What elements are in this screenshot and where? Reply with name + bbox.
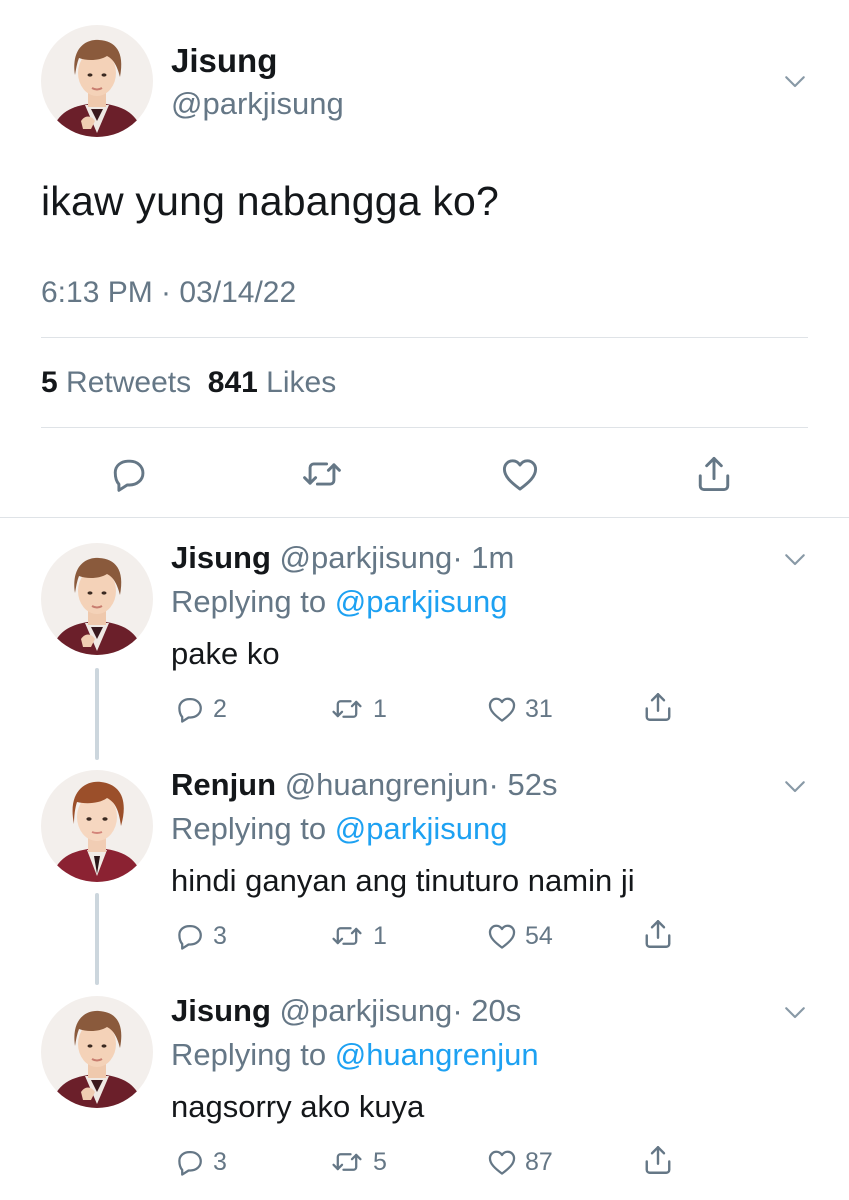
chevron-down-icon[interactable] — [780, 544, 810, 574]
reply-time: · 20s — [452, 993, 522, 1028]
like-icon — [485, 919, 519, 953]
like-icon[interactable] — [498, 452, 542, 496]
like-count[interactable]: 841 — [208, 366, 258, 399]
author-handle[interactable]: @parkjisung — [171, 86, 344, 122]
chevron-down-icon[interactable] — [780, 771, 810, 801]
reply-count: 3 — [213, 1147, 227, 1176]
avatar[interactable] — [41, 543, 153, 655]
like-icon — [485, 1145, 519, 1179]
reply-author-handle[interactable]: @parkjisung — [280, 540, 453, 575]
like-button[interactable]: 87 — [485, 1145, 553, 1179]
reply-button[interactable]: 3 — [173, 1145, 227, 1179]
reply-text: hindi ganyan ang tinuturo namin ji — [171, 863, 635, 898]
reply-author-name[interactable]: Jisung — [171, 540, 271, 575]
avatar-renjun — [41, 770, 153, 882]
like-button[interactable]: 54 — [485, 919, 553, 953]
retweet-button[interactable]: 1 — [327, 692, 387, 726]
reply-button[interactable]: 2 — [173, 692, 227, 726]
avatar[interactable] — [41, 996, 153, 1108]
share-icon[interactable] — [692, 452, 736, 496]
retweet-icon — [327, 919, 367, 953]
share-icon — [640, 916, 676, 952]
retweet-icon — [327, 692, 367, 726]
replying-prefix: Replying to — [171, 811, 327, 846]
avatar-jisung — [41, 996, 153, 1108]
tweet-timestamp: 6:13 PM · 03/14/22 — [41, 276, 297, 309]
reply-header: Jisung @parkjisung· 20s — [171, 993, 521, 1029]
reply-text: nagsorry ako kuya — [171, 1089, 425, 1124]
thread-line — [95, 893, 99, 985]
share-button[interactable] — [640, 690, 676, 724]
reply-icon — [173, 1145, 207, 1179]
tweet-stats: 5 Retweets 841 Likes — [41, 366, 336, 400]
like-count: 87 — [525, 1147, 553, 1176]
avatar-jisung — [41, 543, 153, 655]
retweet-button[interactable]: 1 — [327, 919, 387, 953]
share-button[interactable] — [640, 1143, 676, 1177]
retweet-button[interactable]: 5 — [327, 1145, 387, 1179]
replying-to: Replying to @parkjisung — [171, 811, 508, 847]
avatar[interactable] — [41, 770, 153, 882]
replying-to: Replying to @parkjisung — [171, 584, 508, 620]
replying-to-link[interactable]: @huangrenjun — [335, 1037, 539, 1072]
reply-author-handle[interactable]: @parkjisung — [280, 993, 453, 1028]
likes-label[interactable]: Likes — [266, 366, 336, 399]
author-name[interactable]: Jisung — [171, 42, 277, 80]
reply-text: pake ko — [171, 636, 280, 671]
retweet-count: 1 — [373, 921, 387, 950]
thread-line — [95, 668, 99, 760]
replying-prefix: Replying to — [171, 1037, 327, 1072]
reply-time: · 52s — [488, 767, 558, 802]
chevron-down-icon[interactable] — [780, 66, 810, 96]
like-button[interactable]: 31 — [485, 692, 553, 726]
reply-header: Jisung @parkjisung· 1m — [171, 540, 514, 576]
reply-icon — [173, 919, 207, 953]
retweet-count: 1 — [373, 694, 387, 723]
divider — [41, 337, 808, 338]
reply-time: · 1m — [452, 540, 515, 575]
reply-author-name[interactable]: Jisung — [171, 993, 271, 1028]
replying-to: Replying to @huangrenjun — [171, 1037, 539, 1073]
tweet-text: ikaw yung nabangga ko? — [41, 178, 500, 224]
share-button[interactable] — [640, 917, 676, 951]
replying-to-link[interactable]: @parkjisung — [335, 584, 508, 619]
share-icon — [640, 1142, 676, 1178]
reply-icon[interactable] — [107, 452, 151, 496]
reply-author-handle[interactable]: @huangrenjun — [285, 767, 489, 802]
like-count: 31 — [525, 694, 553, 723]
reply-count: 2 — [213, 694, 227, 723]
retweets-label[interactable]: Retweets — [66, 366, 191, 399]
like-count: 54 — [525, 921, 553, 950]
avatar[interactable] — [41, 25, 153, 137]
retweet-count[interactable]: 5 — [41, 366, 58, 399]
avatar-jisung — [41, 25, 153, 137]
replying-to-link[interactable]: @parkjisung — [335, 811, 508, 846]
like-icon — [485, 692, 519, 726]
reply-button[interactable]: 3 — [173, 919, 227, 953]
retweet-icon — [327, 1145, 367, 1179]
chevron-down-icon[interactable] — [780, 997, 810, 1027]
share-icon — [640, 689, 676, 725]
retweet-count: 5 — [373, 1147, 387, 1176]
reply-header: Renjun @huangrenjun· 52s — [171, 767, 557, 803]
reply-icon — [173, 692, 207, 726]
reply-author-name[interactable]: Renjun — [171, 767, 276, 802]
reply-count: 3 — [213, 921, 227, 950]
divider — [41, 427, 808, 428]
retweet-icon[interactable] — [300, 452, 344, 496]
replying-prefix: Replying to — [171, 584, 327, 619]
divider — [0, 517, 849, 518]
